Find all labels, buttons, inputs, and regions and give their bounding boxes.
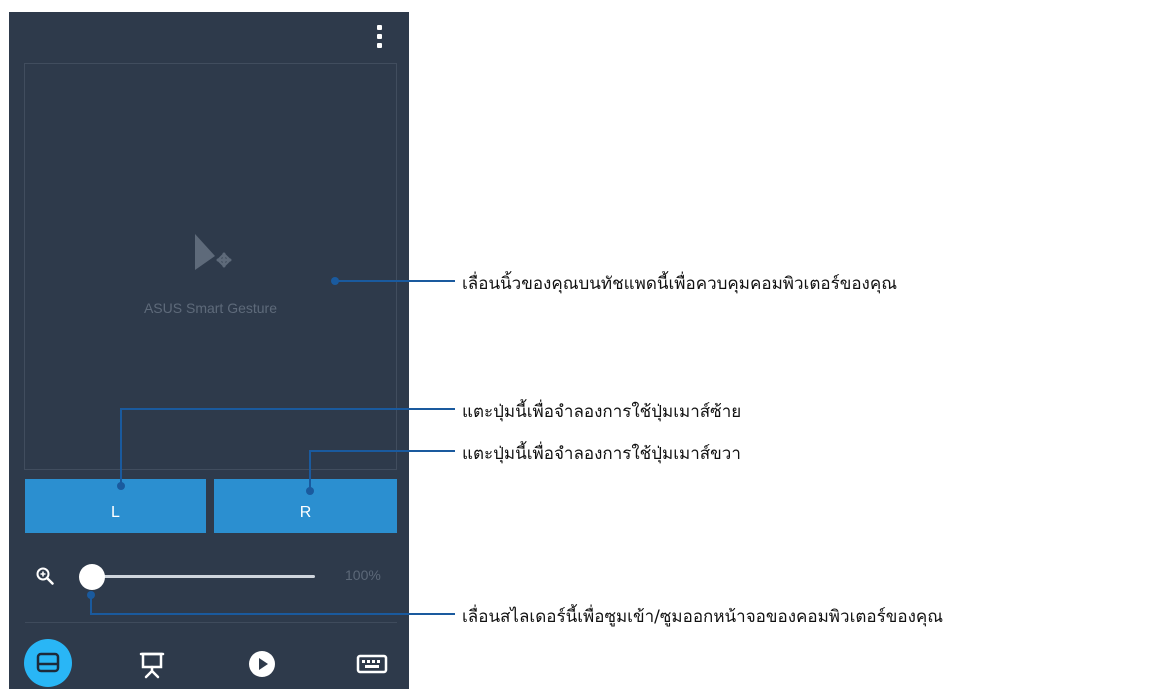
callout-touchpad: เลื่อนนิ้วของคุณบนทัชแพดนี้เพื่อควบคุมคอ… (462, 274, 898, 294)
callout-right-button: แตะปุ่มนี้เพื่อจำลองการใช้ปุ่มเมาส์ขวา (462, 444, 741, 464)
callout-left-button: แตะปุ่มนี้เพื่อจำลองการใช้ปุ่มเมาส์ซ้าย (462, 402, 742, 422)
callout-lines (87, 277, 455, 615)
callout-slider: เลื่อนสไลเดอร์นี้เพื่อซูมเข้า/ซูมออกหน้า… (462, 607, 944, 627)
